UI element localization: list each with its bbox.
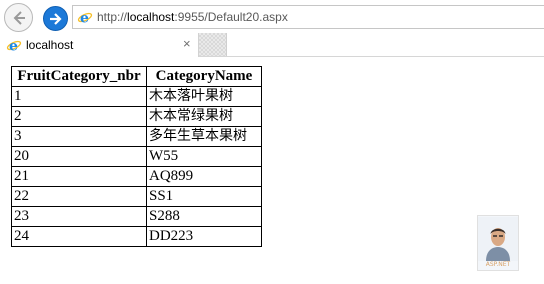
page-content: FruitCategory_nbr CategoryName 1 木本落叶果树 … (0, 57, 544, 284)
table-row: 22 SS1 (11, 186, 262, 207)
svg-text:e: e (9, 39, 18, 54)
avatar: ASP.NET (477, 215, 519, 271)
address-bar[interactable]: e http://localhost:9955/Default20.aspx (72, 5, 544, 29)
avatar-caption: ASP.NET (485, 261, 511, 268)
cell-category-nbr: 3 (11, 126, 147, 147)
cell-category-name: 木本常绿果树 (146, 106, 262, 127)
navigation-bar: e http://localhost:9955/Default20.aspx (0, 0, 544, 33)
svg-text:e: e (80, 11, 89, 26)
cell-category-nbr: 21 (11, 166, 147, 187)
column-header-categoryname: CategoryName (146, 66, 262, 87)
cell-category-name: SS1 (146, 186, 262, 207)
url-text[interactable]: http://localhost:9955/Default20.aspx (97, 10, 288, 24)
cell-category-name: 多年生草本果树 (146, 126, 262, 147)
tab-localhost[interactable]: e localhost × (0, 33, 199, 57)
new-tab-button[interactable] (199, 33, 227, 56)
cell-category-nbr: 20 (11, 146, 147, 167)
table-row: 3 多年生草本果树 (11, 126, 262, 147)
cell-category-nbr: 2 (11, 106, 147, 127)
forward-arrow-icon (50, 13, 62, 25)
back-button[interactable] (4, 3, 33, 32)
url-path: :9955/Default20.aspx (174, 10, 288, 24)
ie-logo-icon: e (77, 11, 93, 26)
back-arrow-icon (13, 11, 25, 25)
table-row: 21 AQ899 (11, 166, 262, 187)
cell-category-nbr: 1 (11, 86, 147, 107)
cell-category-name: DD223 (146, 226, 262, 247)
browser-window: e http://localhost:9955/Default20.aspx e… (0, 0, 544, 284)
person-photo-icon (478, 217, 518, 261)
data-table: FruitCategory_nbr CategoryName 1 木本落叶果树 … (11, 66, 262, 247)
cell-category-name: W55 (146, 146, 262, 167)
table-row: 20 W55 (11, 146, 262, 167)
table-row: 2 木本常绿果树 (11, 106, 262, 127)
cell-category-nbr: 24 (11, 226, 147, 247)
cell-category-name: S288 (146, 206, 262, 227)
cell-category-nbr: 22 (11, 186, 147, 207)
column-header-fruitcategory-nbr: FruitCategory_nbr (11, 66, 147, 87)
table-row: 23 S288 (11, 206, 262, 227)
forward-button[interactable] (43, 6, 68, 31)
table-row: 24 DD223 (11, 226, 262, 247)
cell-category-nbr: 23 (11, 206, 147, 227)
ie-logo-icon: e (6, 39, 22, 54)
url-host: localhost (127, 10, 175, 24)
tab-strip: e localhost × (0, 33, 544, 57)
table-row: 1 木本落叶果树 (11, 86, 262, 107)
close-icon[interactable]: × (183, 37, 191, 51)
table-header-row: FruitCategory_nbr CategoryName (11, 66, 262, 87)
cell-category-name: 木本落叶果树 (146, 86, 262, 107)
tab-label: localhost (26, 38, 74, 52)
url-prefix: http:// (97, 10, 128, 24)
cell-category-name: AQ899 (146, 166, 262, 187)
